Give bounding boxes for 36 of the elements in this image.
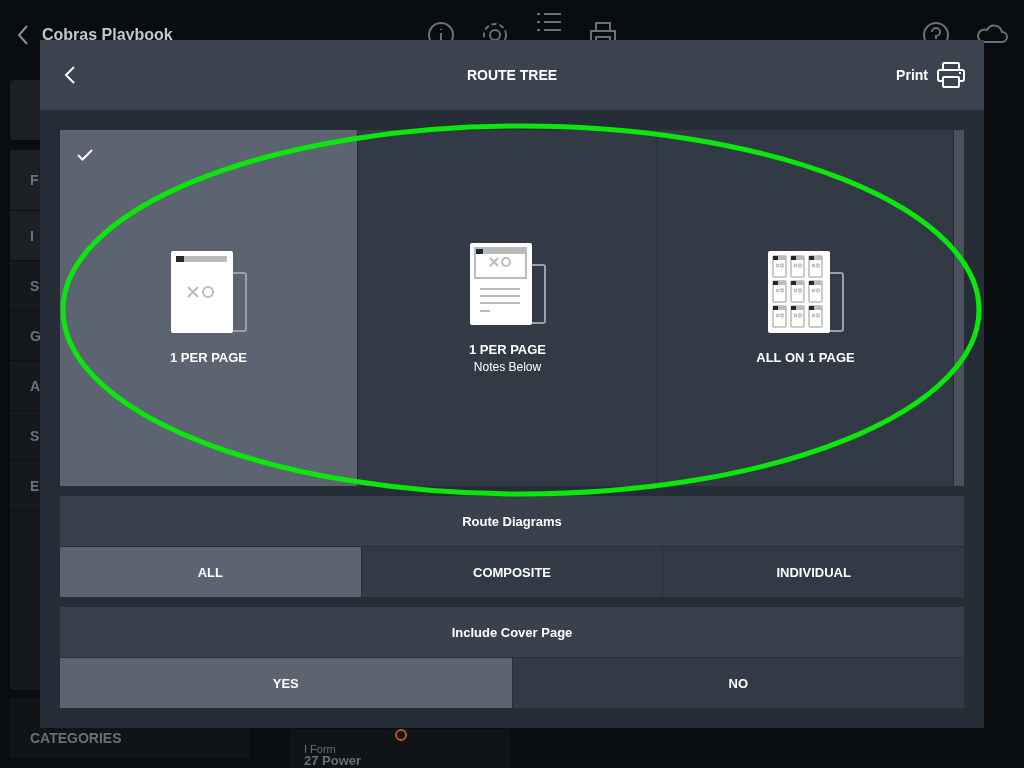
play-formation: I Form: [304, 743, 336, 755]
sidebar-item[interactable]: I: [30, 227, 34, 244]
sidebar-item[interactable]: S: [30, 277, 40, 294]
search-field[interactable]: [10, 80, 40, 140]
page-with-notes-icon: [469, 242, 546, 325]
sidebar-item[interactable]: F: [30, 172, 39, 188]
app-title: Cobras Playbook: [42, 26, 173, 44]
layout-label: 1 PER PAGE: [468, 341, 547, 357]
scrollbar[interactable]: [954, 130, 964, 486]
segment-option[interactable]: INDIVIDUAL: [663, 547, 964, 597]
sidebar-item[interactable]: G: [30, 327, 41, 344]
layout-label: ALL ON 1 PAGE: [756, 350, 855, 365]
back-icon: [16, 24, 30, 46]
layout-sublabel: Notes Below: [473, 359, 542, 374]
play-title: 27 Power: [304, 754, 362, 768]
page-grid-icon: [767, 251, 844, 333]
play-card[interactable]: I Form 27 Power: [290, 729, 510, 768]
sidebar-item[interactable]: S: [30, 427, 40, 444]
sidebar-item[interactable]: E: [30, 477, 40, 494]
single-page-icon: [170, 251, 247, 333]
print-button[interactable]: Print: [890, 60, 972, 90]
layout-label: 1 PER PAGE: [169, 350, 248, 365]
sidebar-item[interactable]: A: [30, 377, 41, 394]
list-icon: [536, 13, 561, 31]
segment-option[interactable]: ALL: [60, 547, 362, 597]
categories-label[interactable]: CATEGORIES: [30, 730, 122, 746]
printer-icon: [936, 61, 966, 89]
segment-option[interactable]: NO: [512, 658, 964, 708]
segment-option[interactable]: YES: [60, 658, 513, 708]
dialog-title: ROUTE TREE: [466, 67, 558, 83]
layout-option[interactable]: 1 PER PAGE: [60, 130, 358, 486]
section-title: Route Diagrams: [462, 513, 562, 529]
section-title: Include Cover Page: [451, 624, 573, 640]
segment-option[interactable]: COMPOSITE: [361, 547, 664, 597]
checkmark-icon: [77, 149, 93, 161]
back-icon: [64, 65, 76, 85]
